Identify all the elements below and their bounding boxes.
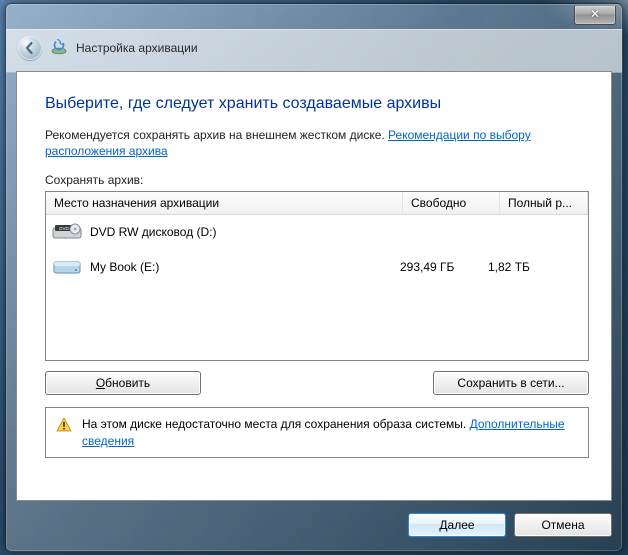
table-row[interactable]: My Book (E:) 293,49 ГБ 1,82 ТБ xyxy=(46,250,588,285)
back-button[interactable] xyxy=(18,36,42,60)
cancel-button[interactable]: Отмена xyxy=(514,513,612,537)
save-archive-label: Сохранять архив: xyxy=(45,173,589,187)
drive-full: 1,82 ТБ xyxy=(480,260,588,274)
col-full[interactable]: Полный р... xyxy=(500,192,588,214)
table-body: DVD DVD RW дисковод (D:) xyxy=(46,215,588,285)
table-header: Место назначения архивации Свободно Полн… xyxy=(46,192,588,215)
close-button[interactable]: ✕ xyxy=(574,6,616,25)
wizard-window: ✕ Настройка архивации Выберите xyxy=(5,3,623,552)
info-text-block: На этом диске недостаточно места для сох… xyxy=(82,416,578,448)
page-heading: Выберите, где следует хранить создаваемы… xyxy=(45,95,589,113)
wizard-title: Настройка архивации xyxy=(76,41,198,55)
save-on-network-button[interactable]: Сохранить в сети... xyxy=(433,371,589,395)
drive-free: 293,49 ГБ xyxy=(392,260,480,274)
backup-icon xyxy=(50,39,68,57)
col-destination[interactable]: Место назначения архивации xyxy=(46,192,403,214)
external-hdd-icon xyxy=(52,257,82,277)
content-panel: Выберите, где следует хранить создаваемы… xyxy=(16,71,612,501)
drive-name: My Book (E:) xyxy=(90,260,159,274)
destination-table: Место назначения архивации Свободно Полн… xyxy=(45,191,589,361)
warning-icon xyxy=(56,417,72,433)
refresh-button[interactable]: Обновить xyxy=(45,371,201,395)
next-button[interactable]: Далее xyxy=(408,513,506,537)
info-bar: На этом диске недостаточно места для сох… xyxy=(45,407,589,457)
recommendation-text: Рекомендуется сохранять архив на внешнем… xyxy=(45,127,589,159)
action-buttons-row: Обновить Сохранить в сети... xyxy=(45,371,589,395)
dvd-drive-icon: DVD xyxy=(52,222,82,242)
wizard-header: Настройка архивации xyxy=(6,29,622,73)
svg-text:DVD: DVD xyxy=(59,226,69,231)
info-text: На этом диске недостаточно места для сох… xyxy=(82,417,470,431)
col-free[interactable]: Свободно xyxy=(403,192,500,214)
refresh-button-rest: бновить xyxy=(105,376,150,390)
arrow-left-icon xyxy=(23,41,37,55)
close-icon: ✕ xyxy=(590,7,600,21)
table-row[interactable]: DVD DVD RW дисковод (D:) xyxy=(46,215,588,250)
titlebar: ✕ xyxy=(6,4,622,29)
wizard-footer: Далее Отмена xyxy=(16,509,612,541)
drive-name: DVD RW дисковод (D:) xyxy=(90,225,217,239)
recommendation-prefix: Рекомендуется сохранять архив на внешнем… xyxy=(45,128,388,142)
